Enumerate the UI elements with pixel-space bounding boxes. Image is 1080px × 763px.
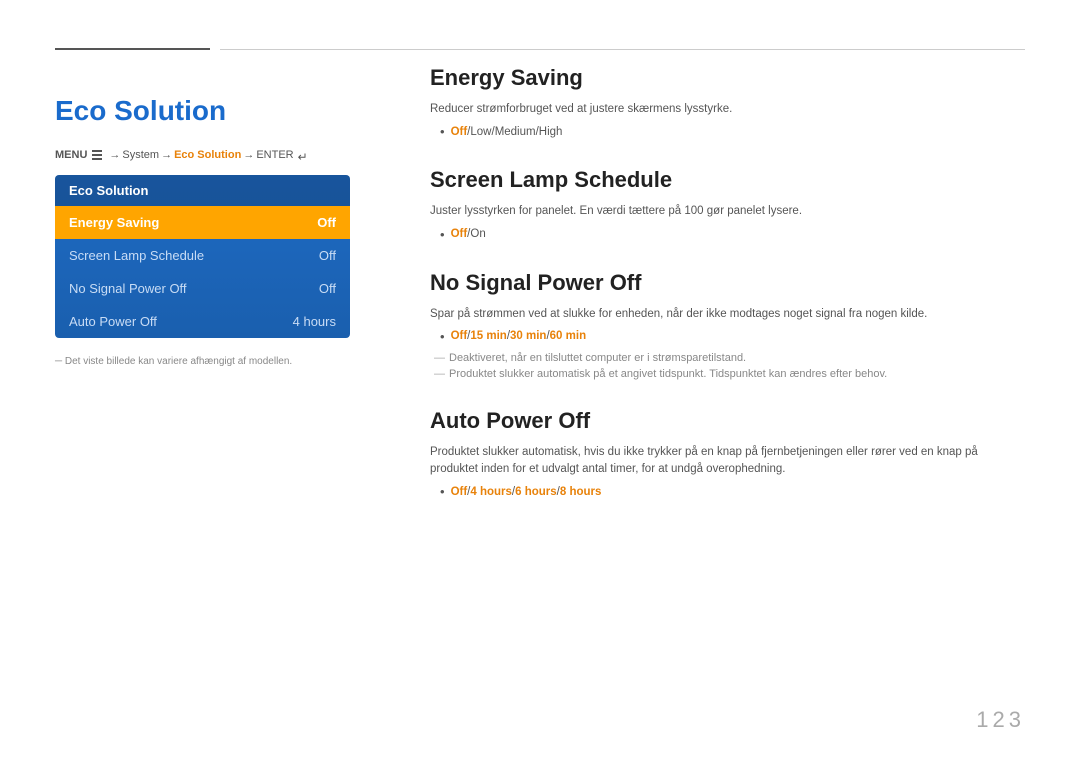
section-desc-no-signal: Spar på strømmen ved at slukke for enhed… <box>430 306 1025 323</box>
menu-item-label: Energy Saving <box>69 215 159 230</box>
page-number: 123 <box>976 707 1025 733</box>
eco-solution-panel: Eco Solution Energy Saving Off Screen La… <box>55 175 350 338</box>
section-options-screen-lamp: Off / On <box>440 227 1025 242</box>
section-options-auto-power: Off / 4 hours / 6 hours / 8 hours <box>440 484 1025 499</box>
menu-item-value: Off <box>319 281 336 296</box>
section-title-energy-saving: Energy Saving <box>430 65 1025 91</box>
section-title-screen-lamp: Screen Lamp Schedule <box>430 167 1025 193</box>
section-auto-power: Auto Power Off Produktet slukker automat… <box>430 408 1025 500</box>
arrow2: → <box>161 149 172 161</box>
enter-label: ENTER <box>256 149 293 161</box>
arrow3: → <box>243 149 254 161</box>
menu-breadcrumb: MENU → System → Eco Solution → ENTER <box>55 149 365 161</box>
opt-low: Low <box>470 126 491 138</box>
opt-off: Off <box>451 486 468 498</box>
menu-item-value: Off <box>317 215 336 230</box>
section-energy-saving: Energy Saving Reducer strømforbruget ved… <box>430 65 1025 139</box>
note-1: Deaktiveret, når en tilsluttet computer … <box>434 352 1025 364</box>
opt-off: Off <box>451 228 468 240</box>
opt-30min: 30 min <box>510 330 546 342</box>
note-2: Produktet slukker automatisk på et angiv… <box>434 368 1025 380</box>
menu-item-label: No Signal Power Off <box>69 281 187 296</box>
opt-on: On <box>470 228 485 240</box>
opt-6h: 6 hours <box>515 486 557 498</box>
opt-4h: 4 hours <box>470 486 512 498</box>
arrow1: → <box>109 149 120 161</box>
menu-item-value: 4 hours <box>293 314 336 329</box>
menu-item-label: Screen Lamp Schedule <box>69 248 204 263</box>
opt-off: Off <box>451 126 468 138</box>
menu-item-auto-power[interactable]: Auto Power Off 4 hours <box>55 305 350 338</box>
footnote: ─ Det viste billede kan variere afhængig… <box>55 356 365 367</box>
menu-item-energy-saving[interactable]: Energy Saving Off <box>55 206 350 239</box>
system-label: System <box>122 149 159 161</box>
section-no-signal: No Signal Power Off Spar på strømmen ved… <box>430 270 1025 380</box>
opt-off: Off <box>451 330 468 342</box>
section-title-auto-power: Auto Power Off <box>430 408 1025 434</box>
opt-8h: 8 hours <box>560 486 602 498</box>
section-screen-lamp: Screen Lamp Schedule Juster lysstyrken f… <box>430 167 1025 241</box>
section-desc-screen-lamp: Juster lysstyrken for panelet. En værdi … <box>430 203 1025 220</box>
top-decorative-lines <box>55 48 1025 50</box>
menu-item-label: Auto Power Off <box>69 314 157 329</box>
menu-item-screen-lamp[interactable]: Screen Lamp Schedule Off <box>55 239 350 272</box>
enter-icon <box>298 150 312 161</box>
menu-item-no-signal[interactable]: No Signal Power Off Off <box>55 272 350 305</box>
opt-medium: Medium <box>495 126 536 138</box>
eco-solution-label: Eco Solution <box>174 149 241 161</box>
left-column: Eco Solution MENU → System → Eco Solutio… <box>55 65 365 367</box>
right-column: Energy Saving Reducer strømforbruget ved… <box>430 65 1025 527</box>
section-options-no-signal: Off / 15 min / 30 min / 60 min <box>440 329 1025 344</box>
menu-label: MENU <box>55 149 87 161</box>
opt-15min: 15 min <box>470 330 506 342</box>
section-desc-auto-power: Produktet slukker automatisk, hvis du ik… <box>430 444 1025 479</box>
section-options-energy-saving: Off / Low / Medium / High <box>440 124 1025 139</box>
eco-panel-header: Eco Solution <box>55 175 350 206</box>
opt-high: High <box>539 126 563 138</box>
page-title: Eco Solution <box>55 95 365 127</box>
line-long <box>220 49 1025 50</box>
opt-60min: 60 min <box>550 330 586 342</box>
menu-item-value: Off <box>319 248 336 263</box>
menu-icon <box>89 149 105 161</box>
section-title-no-signal: No Signal Power Off <box>430 270 1025 296</box>
line-short <box>55 48 210 50</box>
section-desc-energy-saving: Reducer strømforbruget ved at justere sk… <box>430 101 1025 118</box>
